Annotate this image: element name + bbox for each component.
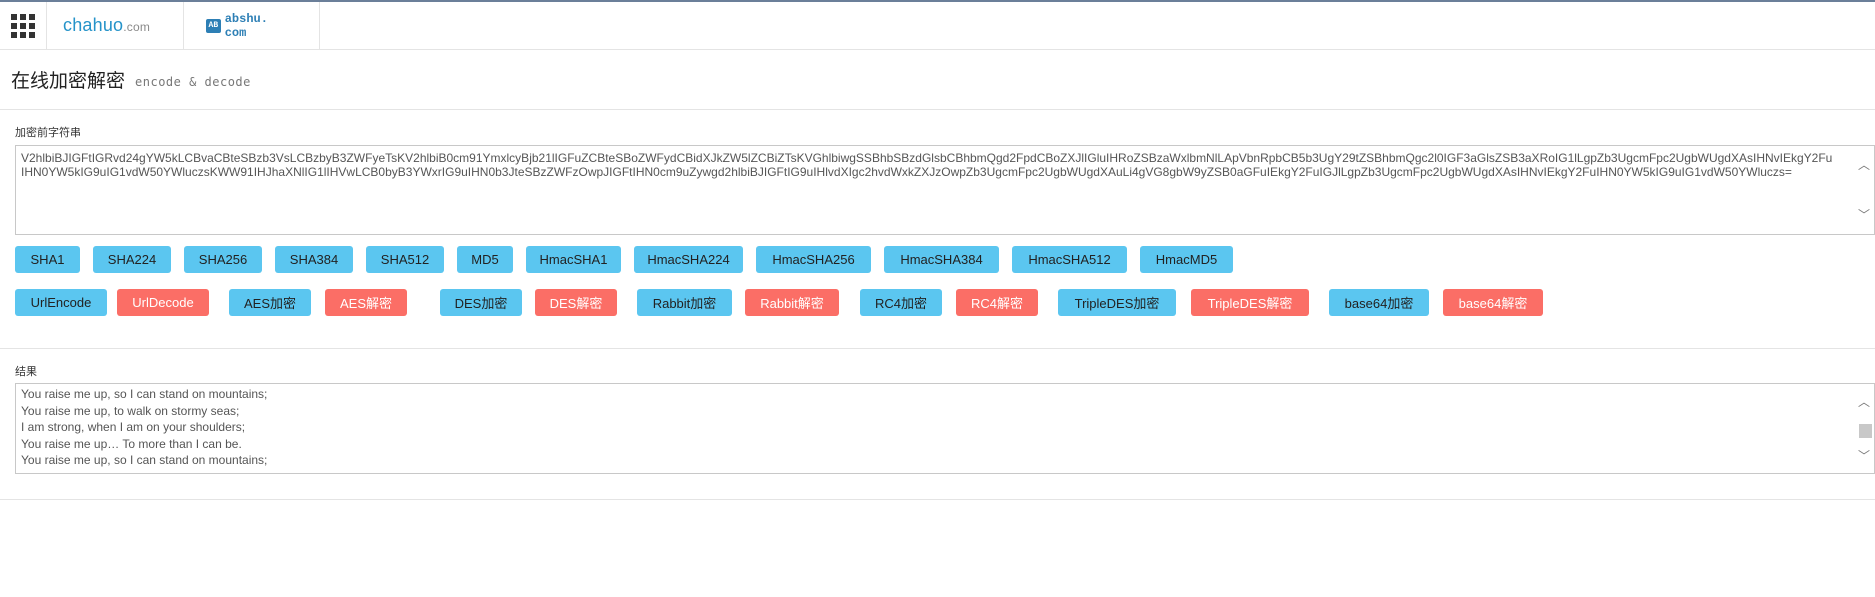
cipher-button-6[interactable]: Rabbit加密 <box>637 289 732 316</box>
hash-button-md5[interactable]: MD5 <box>457 246 513 273</box>
cipher-button-9[interactable]: RC4解密 <box>956 289 1038 316</box>
cipher-button-1[interactable]: UrlDecode <box>117 289 209 316</box>
hash-button-sha384[interactable]: SHA384 <box>275 246 353 273</box>
cipher-button-0[interactable]: UrlEncode <box>15 289 107 316</box>
chevron-up-icon[interactable]: ︿ <box>1858 158 1870 172</box>
chevron-down-icon[interactable]: ﹀ <box>1858 448 1870 465</box>
page-header: 在线加密解密 encode & decode <box>0 50 1875 110</box>
result-line: You raise me up, so I can stand on mount… <box>21 387 268 401</box>
cipher-button-2[interactable]: AES加密 <box>229 289 311 316</box>
cipher-button-4[interactable]: DES加密 <box>440 289 522 316</box>
site-tab-chahuo[interactable]: chahuo.com <box>47 2 184 49</box>
result-output[interactable]: You raise me up, so I can stand on mount… <box>15 383 1875 474</box>
cipher-button-5[interactable]: DES解密 <box>535 289 617 316</box>
grid-menu-icon <box>11 13 35 38</box>
scrollbar-thumb[interactable] <box>1859 424 1872 438</box>
apps-menu-button[interactable] <box>0 2 47 49</box>
divider <box>0 348 1875 349</box>
result-line: You raise me up, to walk on stormy seas; <box>21 403 240 418</box>
divider <box>0 499 1875 500</box>
hash-button-hmacmd5[interactable]: HmacMD5 <box>1140 246 1233 273</box>
hash-button-row: SHA1 SHA224 SHA256 SHA384 SHA512 MD5 HmacSHA1 H… <box>15 246 1233 273</box>
cipher-button-12[interactable]: base64加密 <box>1329 289 1429 316</box>
page-title: 在线加密解密 <box>11 71 126 92</box>
result-line: I am strong, when I am on your shoulders… <box>21 420 246 434</box>
chevron-down-icon[interactable]: ﹀ <box>1858 208 1870 222</box>
input-section: 加密前字符串 <box>15 124 1875 140</box>
hash-button-sha256[interactable]: SHA256 <box>184 246 262 273</box>
result-line: You raise me up… To more than I can be. <box>21 436 242 451</box>
abshu-logo-text: abshu. com <box>224 11 268 40</box>
abshu-logo-icon: AB <box>206 18 221 33</box>
page-subtitle: encode & decode <box>135 74 251 89</box>
cipher-button-7[interactable]: Rabbit解密 <box>745 289 839 316</box>
plaintext-input[interactable]: V2hlbiBJIGFtIGRvd24gYW5kLCBvaCBteSBzb3Vs… <box>15 145 1875 235</box>
cipher-button-11[interactable]: TripleDES解密 <box>1191 289 1309 316</box>
input-label: 加密前字符串 <box>15 127 81 139</box>
hash-button-hmacsha224[interactable]: HmacSHA224 <box>634 246 743 273</box>
cipher-button-row: UrlEncode UrlDecode AES加密 AES解密 DES加密 DES解密 Ra… <box>15 289 1543 316</box>
cipher-button-10[interactable]: TripleDES加密 <box>1058 289 1176 316</box>
hash-button-hmacsha512[interactable]: HmacSHA512 <box>1012 246 1127 273</box>
plaintext-value: V2hlbiBJIGFtIGRvd24gYW5kLCBvaCBteSBzb3Vs… <box>21 151 1833 179</box>
hash-button-sha1[interactable]: SHA1 <box>15 246 80 273</box>
hash-button-hmacsha1[interactable]: HmacSHA1 <box>526 246 621 273</box>
cipher-button-3[interactable]: AES解密 <box>325 289 407 316</box>
top-navigation: chahuo.com AB abshu. com <box>0 2 1875 50</box>
result-line: You raise me up, so I can stand on mount… <box>21 453 268 467</box>
hash-button-sha224[interactable]: SHA224 <box>93 246 171 273</box>
cipher-button-13[interactable]: base64解密 <box>1443 289 1543 316</box>
result-label: 结果 <box>15 366 37 378</box>
hash-button-hmacsha256[interactable]: HmacSHA256 <box>756 246 871 273</box>
cipher-button-8[interactable]: RC4加密 <box>860 289 942 316</box>
chevron-up-icon[interactable]: ︿ <box>1858 394 1870 411</box>
hash-button-hmacsha384[interactable]: HmacSHA384 <box>884 246 999 273</box>
chahuo-logo: chahuo.com <box>63 15 151 35</box>
site-tab-abshu[interactable]: AB abshu. com <box>184 2 320 49</box>
hash-button-sha512[interactable]: SHA512 <box>366 246 444 273</box>
